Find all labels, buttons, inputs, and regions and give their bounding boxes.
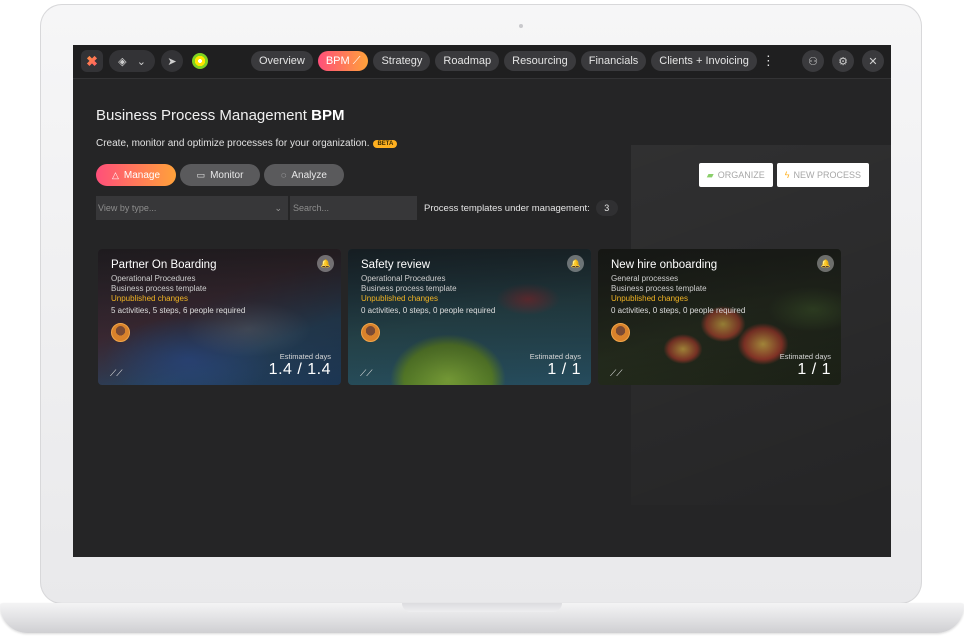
- users-icon[interactable]: ⚇: [802, 50, 824, 72]
- tab-bpm-label: BPM: [325, 55, 350, 67]
- card-status: Unpublished changes: [611, 294, 688, 303]
- estimated-days-value: 1 / 1: [797, 361, 831, 378]
- avatar[interactable]: [611, 323, 630, 342]
- more-vertical-icon[interactable]: ⋮: [762, 51, 775, 71]
- card-kind: Business process template: [361, 284, 457, 293]
- top-bar: ✖ ◈ ⌄ ➤ Overview BPM ⟋ Strategy Roadmap …: [73, 45, 891, 78]
- page-title-bold: BPM: [311, 107, 345, 124]
- view-by-type-select[interactable]: View by type... ⌄: [96, 196, 288, 220]
- estimated-days-label: Estimated days: [779, 352, 831, 361]
- chevron-down-icon: ⌄: [274, 202, 282, 213]
- templates-count-label: Process templates under management:: [424, 202, 590, 214]
- templates-count-badge: 3: [595, 200, 618, 216]
- page-subtitle: Create, monitor and optimize processes f…: [96, 138, 398, 149]
- card-status: Unpublished changes: [361, 294, 438, 303]
- card-summary: 0 activities, 0 steps, 0 people required: [611, 306, 746, 315]
- app-screen: ✖ ◈ ⌄ ➤ Overview BPM ⟋ Strategy Roadmap …: [73, 45, 891, 557]
- page-subtitle-text: Create, monitor and optimize processes f…: [96, 138, 370, 149]
- bp-logo-icon[interactable]: [189, 50, 211, 72]
- trend-icon: ⟋: [352, 55, 361, 67]
- top-bar-left: ✖ ◈ ⌄ ➤: [81, 50, 211, 72]
- search-placeholder: Search...: [293, 203, 330, 213]
- card-category: Operational Procedures: [111, 274, 196, 283]
- mode-tabs: △ Manage ▭ Monitor ◌ Analyze: [96, 164, 344, 186]
- estimated-days-value: 1 / 1: [547, 361, 581, 378]
- card-kind: Business process template: [111, 284, 207, 293]
- trend-icon: ⟋⟋: [610, 368, 623, 378]
- new-process-label: NEW PROCESS: [793, 170, 861, 180]
- search-input[interactable]: Search...: [290, 196, 417, 220]
- process-cards: Partner On Boarding Operational Procedur…: [98, 249, 841, 385]
- header-actions: ▰ ORGANIZE ϟ NEW PROCESS: [698, 163, 869, 187]
- tab-strategy[interactable]: Strategy: [373, 51, 431, 71]
- tab-overview[interactable]: Overview: [251, 51, 313, 71]
- tab-monitor-label: Monitor: [210, 169, 244, 181]
- warning-triangle-icon: △: [111, 169, 119, 180]
- beta-badge: BETA: [373, 139, 398, 148]
- top-bar-right: ⚇ ⚙ ✕: [802, 50, 884, 72]
- send-icon[interactable]: ➤: [161, 50, 183, 72]
- tab-resourcing[interactable]: Resourcing: [504, 51, 576, 71]
- tab-financials[interactable]: Financials: [580, 51, 647, 71]
- close-icon[interactable]: ✕: [862, 50, 884, 72]
- camera-dot: [519, 24, 523, 28]
- process-card-new-hire-onboarding[interactable]: New hire onboarding General processes Bu…: [598, 249, 841, 385]
- tab-roadmap[interactable]: Roadmap: [435, 51, 500, 71]
- laptop-notch: [402, 603, 562, 612]
- process-card-safety-review[interactable]: Safety review Operational Procedures Bus…: [348, 249, 591, 385]
- tab-manage-label: Manage: [123, 169, 161, 181]
- card-summary: 5 activities, 5 steps, 6 people required: [111, 306, 246, 315]
- app-logo-icon[interactable]: ✖: [81, 50, 103, 72]
- estimated-days-label: Estimated days: [279, 352, 331, 361]
- avatar[interactable]: [361, 323, 380, 342]
- card-category: General processes: [611, 274, 679, 283]
- monitor-icon: ▭: [196, 169, 206, 180]
- top-bar-divider: [73, 78, 891, 79]
- tab-clients-invoicing[interactable]: Clients + Invoicing: [651, 51, 757, 71]
- tab-analyze-label: Analyze: [291, 169, 327, 181]
- card-status: Unpublished changes: [111, 294, 188, 303]
- analyze-icon: ◌: [281, 170, 287, 180]
- tab-monitor[interactable]: ▭ Monitor: [180, 164, 260, 186]
- organize-label: ORGANIZE: [717, 170, 765, 180]
- bell-icon[interactable]: 🔔: [817, 255, 834, 272]
- process-card-partner-onboarding[interactable]: Partner On Boarding Operational Procedur…: [98, 249, 341, 385]
- avatar[interactable]: [111, 323, 130, 342]
- card-title: Safety review: [361, 259, 431, 271]
- card-summary: 0 activities, 0 steps, 0 people required: [361, 306, 496, 315]
- new-process-button[interactable]: ϟ NEW PROCESS: [776, 163, 869, 187]
- tab-analyze[interactable]: ◌ Analyze: [264, 164, 344, 186]
- trend-icon: ⟋⟋: [110, 368, 123, 378]
- folder-icon: ▰: [706, 169, 714, 180]
- bell-icon[interactable]: 🔔: [567, 255, 584, 272]
- tab-manage[interactable]: △ Manage: [96, 164, 176, 186]
- card-category: Operational Procedures: [361, 274, 446, 283]
- card-kind: Business process template: [611, 284, 707, 293]
- estimated-days-value: 1.4 / 1.4: [268, 361, 331, 378]
- estimated-days-label: Estimated days: [529, 352, 581, 361]
- card-title: New hire onboarding: [611, 259, 718, 271]
- lightning-icon: ϟ: [784, 170, 790, 180]
- bell-icon[interactable]: 🔔: [317, 255, 334, 272]
- tab-bpm[interactable]: BPM ⟋: [317, 51, 369, 71]
- layers-icon: ◈: [118, 55, 127, 68]
- organize-button[interactable]: ▰ ORGANIZE: [698, 163, 773, 187]
- main-nav: Overview BPM ⟋ Strategy Roadmap Resourci…: [251, 51, 775, 71]
- layers-menu[interactable]: ◈ ⌄: [109, 50, 155, 72]
- page-title-main: Business Process Management: [96, 107, 307, 124]
- trend-icon: ⟋⟋: [360, 368, 373, 378]
- gear-icon[interactable]: ⚙: [832, 50, 854, 72]
- view-by-type-placeholder: View by type...: [98, 203, 157, 213]
- chevron-down-icon: ⌄: [136, 55, 146, 68]
- filters-row: View by type... ⌄ Search... Process temp…: [96, 196, 618, 220]
- card-title: Partner On Boarding: [111, 259, 217, 271]
- page-title: Business Process Management BPM: [96, 107, 344, 124]
